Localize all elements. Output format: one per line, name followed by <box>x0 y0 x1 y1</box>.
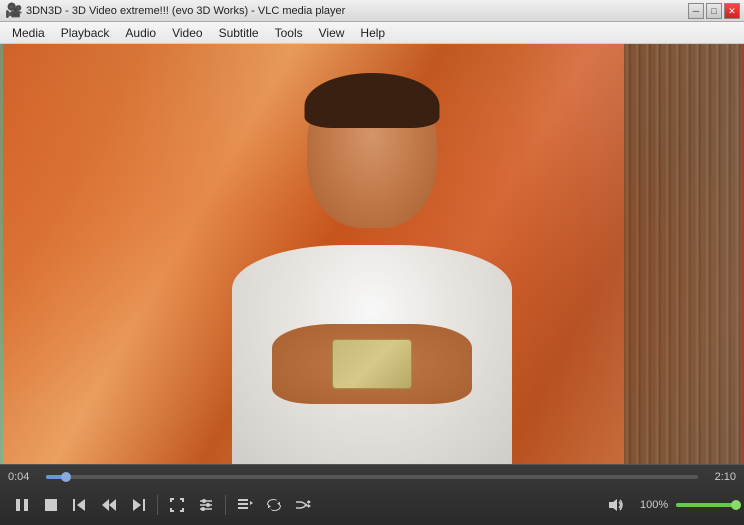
rewind-button[interactable] <box>95 492 123 518</box>
anaglyph-overlay <box>0 44 744 464</box>
stop-button[interactable] <box>37 492 65 518</box>
seek-handle[interactable] <box>61 472 71 482</box>
window-title: 3DN3D - 3D Video extreme!!! (evo 3D Work… <box>26 5 738 17</box>
menu-subtitle[interactable]: Subtitle <box>211 24 267 42</box>
control-bar: 0:04 2:10 <box>0 464 744 525</box>
menu-media[interactable]: Media <box>4 24 53 42</box>
volume-slider[interactable] <box>676 503 736 507</box>
shuffle-button[interactable] <box>289 492 317 518</box>
menu-help[interactable]: Help <box>352 24 393 42</box>
maximize-button[interactable]: □ <box>706 3 722 19</box>
seek-bar[interactable] <box>46 475 698 479</box>
controls-row: 100% <box>0 487 744 523</box>
fullscreen-icon <box>169 497 185 513</box>
volume-section: 100% <box>640 499 736 511</box>
loop-icon <box>266 497 282 513</box>
volume-handle[interactable] <box>731 500 741 510</box>
shuffle-icon <box>295 497 311 513</box>
time-current: 0:04 <box>8 471 40 483</box>
menu-audio[interactable]: Audio <box>117 24 164 42</box>
volume-button[interactable] <box>602 492 630 518</box>
window-controls: ─ □ ✕ <box>688 3 740 19</box>
menu-playback[interactable]: Playback <box>53 24 118 42</box>
prev-chapter-button[interactable] <box>66 492 94 518</box>
pause-icon <box>14 497 30 513</box>
menu-tools[interactable]: Tools <box>267 24 311 42</box>
menu-view[interactable]: View <box>311 24 353 42</box>
fullscreen-button[interactable] <box>163 492 191 518</box>
extended-settings-icon <box>198 497 214 513</box>
prev-chapter-icon <box>72 497 88 513</box>
toggle-playlist-button[interactable] <box>231 492 259 518</box>
separator-2 <box>225 495 226 515</box>
playlist-icon <box>237 497 253 513</box>
extended-settings-button[interactable] <box>192 492 220 518</box>
close-button[interactable]: ✕ <box>724 3 740 19</box>
menu-video[interactable]: Video <box>164 24 210 42</box>
progress-row: 0:04 2:10 <box>0 465 744 487</box>
volume-icon <box>608 497 624 513</box>
minimize-button[interactable]: ─ <box>688 3 704 19</box>
volume-controls: 100% <box>602 492 736 518</box>
volume-percent: 100% <box>640 499 672 511</box>
rewind-icon <box>101 497 117 513</box>
volume-fill <box>676 503 736 507</box>
loop-button[interactable] <box>260 492 288 518</box>
video-canvas <box>0 44 744 464</box>
next-chapter-button[interactable] <box>124 492 152 518</box>
time-total: 2:10 <box>704 471 736 483</box>
menu-bar: Media Playback Audio Video Subtitle Tool… <box>0 22 744 44</box>
stop-icon <box>43 497 59 513</box>
next-chapter-icon <box>130 497 146 513</box>
playback-controls <box>8 492 600 518</box>
video-area[interactable] <box>0 44 744 464</box>
pause-button[interactable] <box>8 492 36 518</box>
app-icon: 🎥 <box>6 3 22 19</box>
title-bar: 🎥 3DN3D - 3D Video extreme!!! (evo 3D Wo… <box>0 0 744 22</box>
separator-1 <box>157 495 158 515</box>
